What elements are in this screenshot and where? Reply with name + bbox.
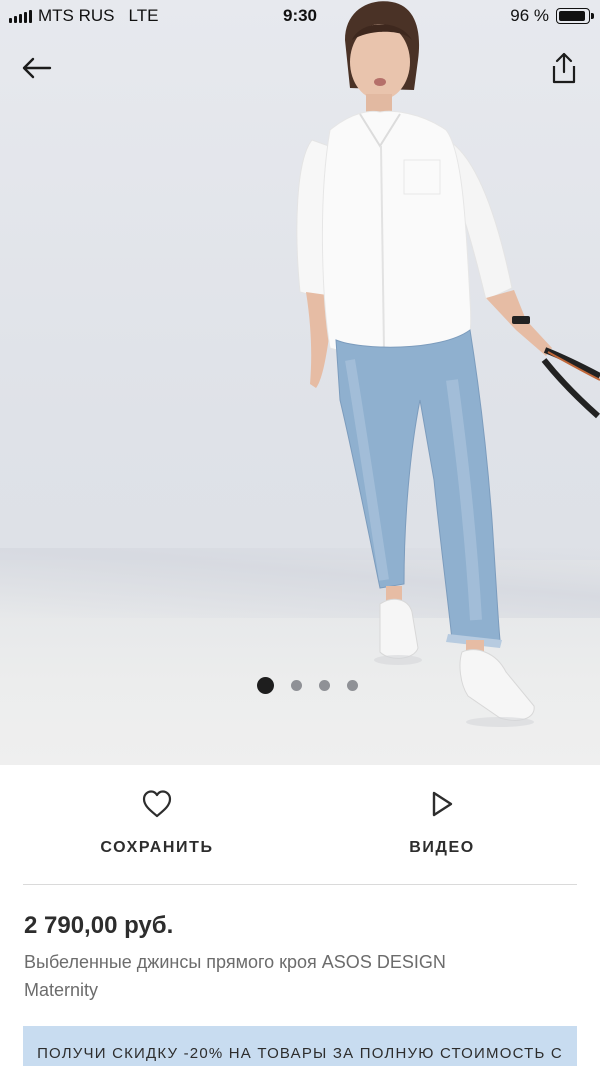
carousel-dot[interactable]	[290, 680, 302, 691]
share-button[interactable]	[544, 48, 584, 88]
back-button[interactable]	[16, 48, 56, 88]
battery-icon	[556, 8, 594, 24]
product-photo-model	[296, 1, 600, 727]
arrow-left-icon	[22, 57, 52, 79]
save-button[interactable]: СОХРАНИТЬ	[47, 787, 267, 857]
product-actions: СОХРАНИТЬ ВИДЕО	[0, 765, 600, 885]
battery-fill	[559, 11, 585, 21]
carousel-pagination	[0, 677, 600, 694]
battery-percent: 96 %	[510, 6, 549, 25]
section-divider	[23, 884, 577, 885]
promo-banner[interactable]: ПОЛУЧИ СКИДКУ -20% НА ТОВАРЫ ЗА ПОЛНУЮ С…	[23, 1026, 577, 1066]
carousel-dot[interactable]	[346, 680, 358, 691]
product-price: 2 790,00 руб.	[24, 912, 174, 939]
video-button[interactable]: ВИДЕО	[332, 787, 552, 857]
carousel-dot[interactable]	[318, 680, 330, 691]
promo-text: ПОЛУЧИ СКИДКУ -20% НА ТОВАРЫ ЗА ПОЛНУЮ С…	[37, 1045, 563, 1062]
product-name: Выбеленные джинсы прямого кроя ASOS DESI…	[24, 952, 446, 1000]
status-bar: MTS RUS LTE 9:30 96 %	[0, 0, 600, 32]
play-outline-icon	[432, 791, 453, 817]
heart-outline-icon	[142, 790, 172, 818]
save-label: СОХРАНИТЬ	[100, 839, 214, 856]
share-icon	[552, 52, 576, 84]
video-label: ВИДЕО	[409, 839, 475, 856]
product-image-carousel[interactable]: MTS RUS LTE 9:30 96 %	[0, 0, 600, 765]
product-screen: MTS RUS LTE 9:30 96 % СОХРАНИТЬ ВИДЕО 2 …	[0, 0, 600, 1066]
carousel-dot[interactable]	[256, 677, 274, 694]
